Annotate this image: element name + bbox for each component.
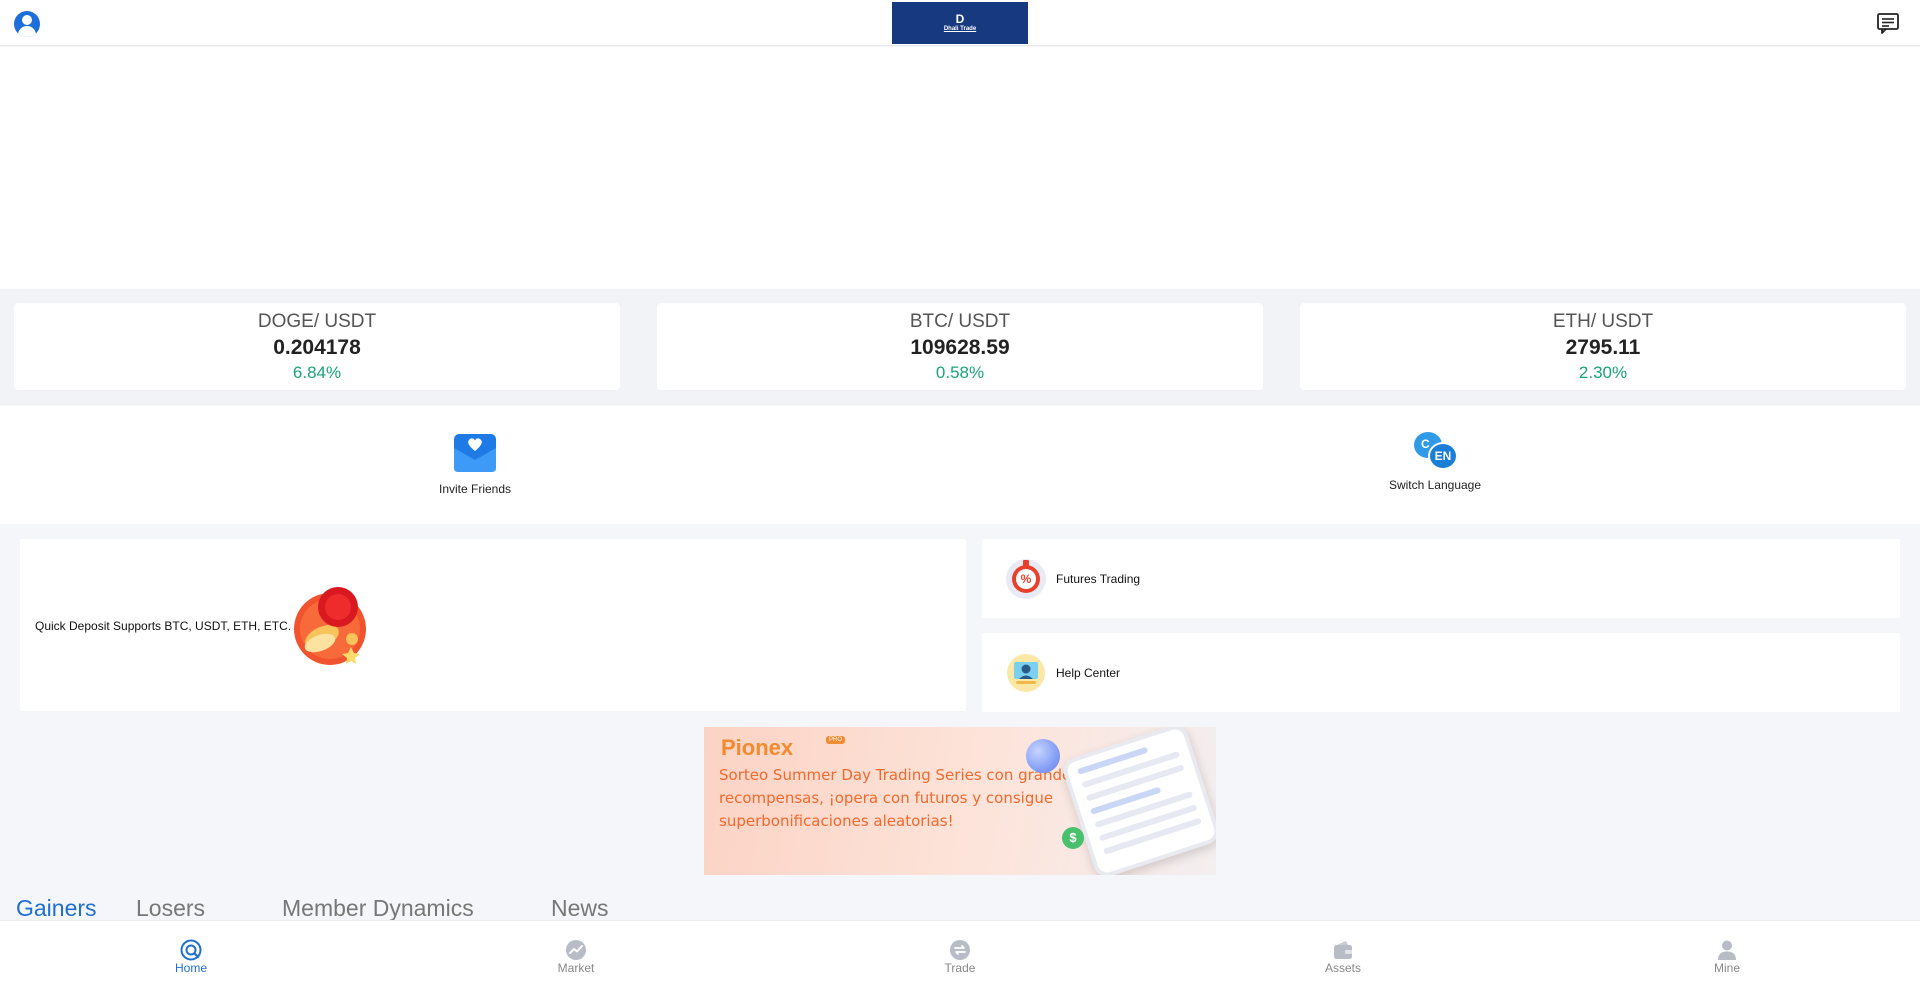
switch-language-link[interactable]: C EN Switch Language (1335, 430, 1535, 492)
help-center-icon (1007, 654, 1045, 692)
ticker-pair: BTC/ USDT (909, 311, 1011, 332)
banner-area (0, 47, 1920, 289)
ticker-price: 109628.59 (910, 336, 1010, 359)
nav-home-label: Home (174, 961, 207, 975)
tab-losers[interactable]: Losers (136, 895, 205, 920)
logo-text: Dhali Trade (943, 25, 977, 32)
promo-brand: Pionex (721, 735, 794, 760)
ticker-price: 0.204178 (273, 336, 361, 359)
tab-gainers[interactable]: Gainers (16, 895, 97, 920)
invite-friends-icon (454, 434, 496, 472)
top-bar: D Dhali Trade (0, 0, 1920, 46)
futures-percent-glyph: % (1016, 569, 1036, 589)
message-icon[interactable] (1876, 12, 1900, 34)
ticker-card-eth[interactable]: ETH/ USDT 2795.11 2.30% (1300, 303, 1906, 390)
market-tabs: Gainers Losers Member Dynamics News (0, 895, 1920, 920)
nav-trade-label: Trade (944, 961, 976, 975)
futures-stopwatch-icon: % (1006, 559, 1046, 599)
invite-friends-link[interactable]: Invite Friends (375, 430, 575, 496)
bottom-nav: Home Market Trade Assets Mine (0, 920, 1920, 993)
promo-banner[interactable]: Pionex PRO Sorteo Summer Day Trading Ser… (704, 727, 1216, 875)
ticker-change: 2.30% (1578, 363, 1628, 382)
ticker-change: 6.84% (292, 363, 342, 382)
language-icon: C EN (1412, 430, 1458, 472)
nav-assets[interactable]: Assets (1283, 939, 1403, 975)
ticker-pair: DOGE/ USDT (257, 311, 377, 332)
ticker-strip: DOGE/ USDT 0.204178 6.84% BTC/ USDT 1096… (0, 289, 1920, 405)
quick-deposit-card[interactable]: Quick Deposit Supports BTC, USDT, ETH, E… (20, 539, 966, 711)
promo-brand-badge: PRO (826, 736, 846, 744)
nav-trade[interactable]: Trade (900, 939, 1020, 975)
ticker-change: 0.58% (935, 363, 985, 382)
deposit-coins-icon (294, 587, 366, 665)
futures-trading-card[interactable]: % Futures Trading (982, 539, 1900, 618)
logo-mark: D (955, 11, 965, 26)
wallet-icon (1334, 941, 1352, 959)
nav-mine[interactable]: Mine (1667, 939, 1787, 975)
ticker-card-doge[interactable]: DOGE/ USDT 0.204178 6.84% (14, 303, 620, 390)
quick-links: Invite Friends C EN Switch Language (0, 406, 1920, 524)
promo-orb-icon (1026, 739, 1060, 773)
tab-member-dynamics[interactable]: Member Dynamics (282, 895, 474, 920)
invite-friends-label: Invite Friends (438, 482, 512, 496)
home-icon (180, 939, 202, 961)
nav-mine-label: Mine (1713, 961, 1740, 975)
promo-text: Sorteo Summer Day Trading Series con gra… (719, 766, 1080, 830)
ticker-price: 2795.11 (1565, 336, 1641, 359)
app-logo: D Dhali Trade (892, 2, 1028, 44)
language-badge-en: EN (1428, 442, 1458, 470)
promo-phone-image (1060, 727, 1216, 875)
nav-market-label: Market (557, 961, 595, 975)
user-icon (1718, 940, 1736, 960)
nav-home[interactable]: Home (131, 939, 251, 975)
user-avatar-icon[interactable] (14, 11, 40, 37)
nav-assets-label: Assets (1324, 961, 1361, 975)
nav-market[interactable]: Market (516, 939, 636, 975)
promo-coin-icon: $ (1062, 827, 1084, 849)
help-center-card[interactable]: Help Center (982, 633, 1900, 712)
ticker-pair: ETH/ USDT (1552, 311, 1654, 332)
switch-language-label: Switch Language (1388, 478, 1482, 492)
market-icon (566, 940, 586, 960)
futures-trading-label: Futures Trading (1056, 572, 1141, 586)
quick-deposit-label: Quick Deposit Supports BTC, USDT, ETH, E… (35, 619, 292, 633)
help-center-label: Help Center (1056, 666, 1121, 680)
tab-news[interactable]: News (551, 895, 609, 920)
trade-icon (950, 940, 970, 960)
ticker-card-btc[interactable]: BTC/ USDT 109628.59 0.58% (657, 303, 1263, 390)
